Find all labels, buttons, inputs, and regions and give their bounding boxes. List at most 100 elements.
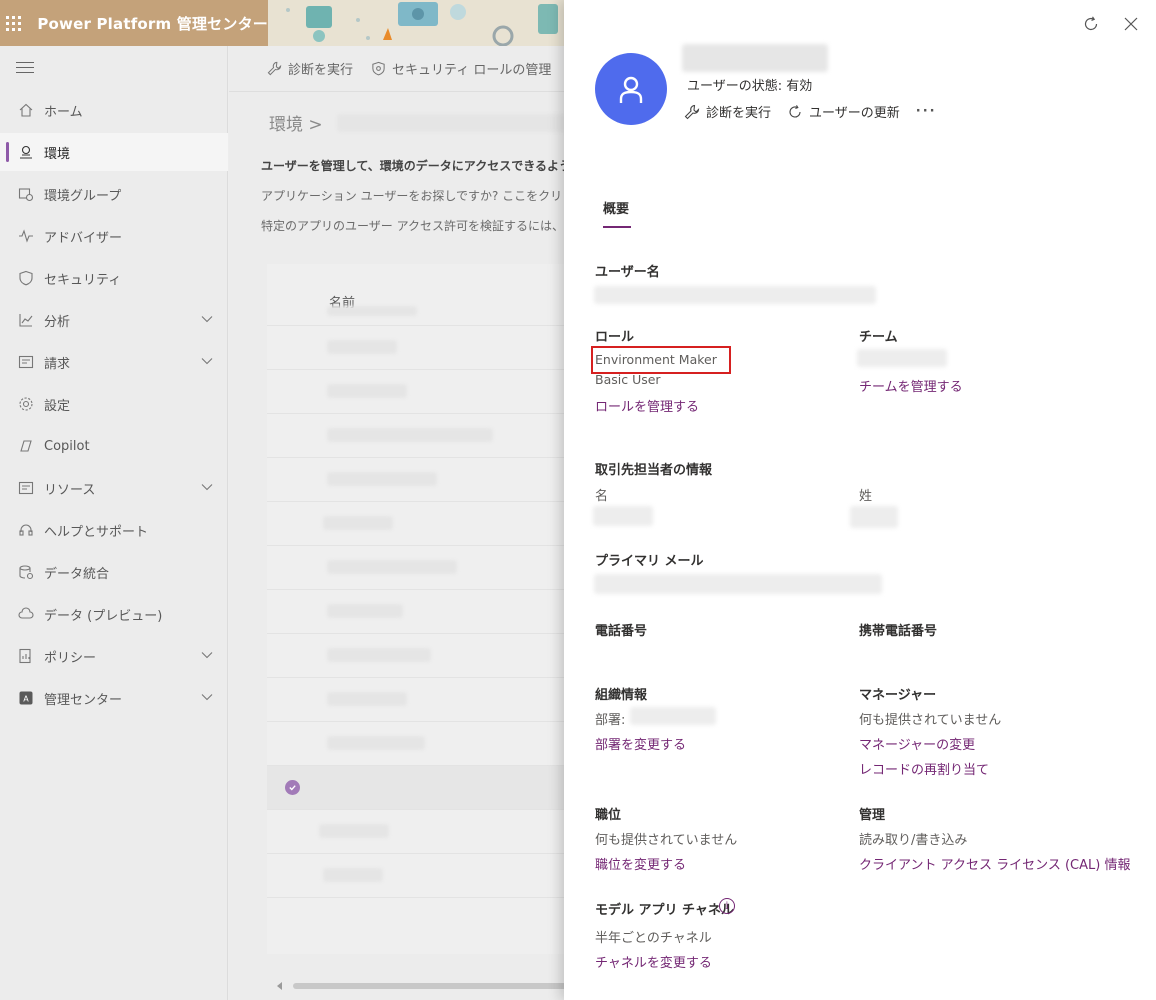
chevron-down-icon[interactable] — [200, 690, 214, 704]
first-name-label: 名 — [595, 489, 609, 504]
users-grid: 名前 — [267, 264, 569, 954]
chevron-down-icon[interactable] — [200, 648, 214, 662]
table-row[interactable] — [267, 502, 569, 546]
cloud-data-icon — [17, 605, 35, 623]
blurred-last-name — [850, 506, 898, 528]
tab-overview[interactable]: 概要 — [603, 198, 629, 217]
close-icon[interactable] — [1121, 14, 1141, 34]
chevron-down-icon[interactable] — [200, 480, 214, 494]
primary-email-label: プライマリ メール — [595, 554, 704, 569]
scroll-left-icon[interactable] — [277, 982, 283, 990]
sidebar-item-copilot[interactable]: Copilot — [0, 427, 228, 465]
data-integration-icon — [17, 563, 35, 581]
sidebar-item-help-support[interactable]: ヘルプとサポート — [0, 511, 228, 549]
table-row[interactable] — [267, 722, 569, 766]
administration-value: 読み取り/書き込み — [859, 833, 968, 848]
sidebar-item-label: データ (プレビュー) — [44, 608, 163, 624]
checkmark-icon[interactable] — [285, 780, 300, 795]
person-icon — [619, 76, 643, 103]
table-row[interactable] — [267, 370, 569, 414]
change-channel-link[interactable]: チャネルを変更する — [595, 952, 712, 971]
home-icon — [17, 101, 35, 119]
blurred-email — [594, 574, 882, 594]
sidebar-item-advisor[interactable]: アドバイザー — [0, 217, 228, 255]
resources-icon — [17, 479, 35, 497]
table-row[interactable] — [267, 590, 569, 634]
table-row[interactable] — [267, 810, 569, 854]
sidebar-item-home[interactable]: ホーム — [0, 91, 228, 129]
chevron-down-icon[interactable] — [200, 312, 214, 326]
header-banner-illustration — [268, 0, 564, 46]
refresh-icon — [789, 104, 801, 118]
manage-team-link[interactable]: チームを管理する — [859, 376, 963, 395]
sidebar-item-data-preview[interactable]: データ (プレビュー) — [0, 595, 228, 633]
run-diagnostics-command[interactable]: 診断を実行 — [267, 59, 353, 78]
sidebar-item-settings[interactable]: 設定 — [0, 385, 228, 423]
sidebar-item-policies[interactable]: ポリシー — [0, 637, 228, 675]
avatar — [595, 53, 667, 125]
sidebar-item-data-integration[interactable]: データ統合 — [0, 553, 228, 591]
sidebar-item-resources[interactable]: リソース — [0, 469, 228, 507]
change-department-link[interactable]: 部署を変更する — [595, 734, 686, 753]
manager-value: 何も提供されていません — [859, 713, 1002, 728]
panel-actions: 診断を実行 ユーザーの更新 ··· — [684, 102, 937, 121]
svg-text:A: A — [23, 695, 29, 704]
chevron-down-icon[interactable] — [200, 354, 214, 368]
horizontal-scrollbar[interactable] — [277, 982, 573, 990]
app-title[interactable]: Power Platform 管理センター — [37, 13, 268, 34]
sidebar-item-security[interactable]: セキュリティ — [0, 259, 228, 297]
more-options-icon[interactable]: ··· — [916, 104, 937, 119]
sidebar-item-analytics[interactable]: 分析 — [0, 301, 228, 339]
refresh-icon[interactable] — [1081, 14, 1101, 34]
sidebar-item-label: 設定 — [44, 398, 71, 414]
organization-label: 組織情報 — [595, 688, 648, 703]
cal-info-link[interactable]: クライアント アクセス ライセンス (CAL) 情報 — [859, 854, 1130, 873]
phone-label: 電話番号 — [595, 624, 648, 639]
breadcrumb[interactable]: 環境 > — [269, 110, 323, 135]
contact-info-label: 取引先担当者の情報 — [595, 463, 713, 478]
table-row[interactable] — [267, 854, 569, 898]
manage-roles-link[interactable]: ロールを管理する — [595, 396, 699, 415]
sidebar-item-environment-groups[interactable]: 環境グループ — [0, 175, 228, 213]
sidebar-item-label: 分析 — [44, 314, 71, 330]
description-line: 特定のアプリのユーザー アクセス許可を検証するには、ア — [261, 219, 576, 233]
reassign-records-link[interactable]: レコードの再割り当て — [859, 759, 989, 778]
sidebar-item-label: 管理センター — [44, 692, 123, 708]
shield-lock-icon — [372, 61, 385, 76]
blurred-department — [630, 707, 716, 725]
administration-label: 管理 — [859, 808, 886, 823]
headset-icon — [17, 521, 35, 539]
sidebar-item-label: ヘルプとサポート — [44, 524, 149, 540]
table-row[interactable] — [267, 634, 569, 678]
refresh-user-button[interactable]: ユーザーの更新 — [787, 102, 900, 121]
description-line: アプリケーション ユーザーをお探しですか? ここをクリックして — [261, 189, 610, 203]
model-app-channel-label: モデル アプリ チャネル — [595, 903, 734, 918]
position-label: 職位 — [595, 808, 622, 823]
table-row-selected[interactable] — [267, 766, 569, 810]
sidebar-item-admin-centers[interactable]: A 管理センター — [0, 679, 228, 717]
environment-group-icon — [17, 185, 35, 203]
highlight-box — [591, 346, 731, 374]
roles-label: ロール — [595, 330, 635, 345]
table-row[interactable] — [267, 414, 569, 458]
advisor-icon — [17, 227, 35, 245]
sidebar-item-billing[interactable]: 請求 — [0, 343, 228, 381]
billing-icon — [17, 353, 35, 371]
info-icon[interactable]: i — [719, 898, 735, 914]
blurred-first-name — [593, 506, 653, 526]
table-row[interactable] — [267, 678, 569, 722]
manage-security-roles-command[interactable]: セキュリティ ロールの管理 — [371, 59, 551, 78]
table-row[interactable] — [267, 458, 569, 502]
hamburger-menu-icon[interactable] — [16, 62, 34, 77]
table-row[interactable] — [267, 326, 569, 370]
sidebar-item-environments[interactable]: 環境 — [0, 133, 228, 171]
change-manager-link[interactable]: マネージャーの変更 — [859, 734, 975, 753]
table-row[interactable] — [267, 304, 569, 326]
change-position-link[interactable]: 職位を変更する — [595, 854, 686, 873]
run-diagnostics-button[interactable]: 診断を実行 — [684, 102, 771, 121]
table-row[interactable] — [267, 546, 569, 590]
manager-label: マネージャー — [859, 688, 937, 703]
team-label: チーム — [859, 330, 898, 345]
app-launcher-icon[interactable] — [0, 0, 27, 46]
sidebar-item-label: リソース — [44, 482, 96, 498]
